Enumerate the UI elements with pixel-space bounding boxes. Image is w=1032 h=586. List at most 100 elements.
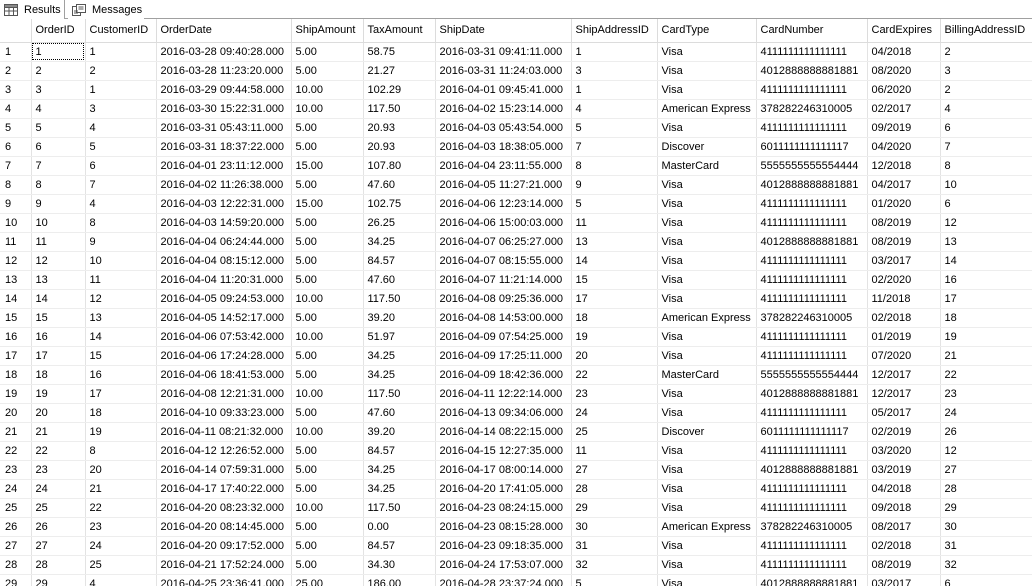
cell-taxamount[interactable]: 117.50 <box>363 99 436 119</box>
cell-shipamount[interactable]: 5.00 <box>291 403 364 423</box>
cell-orderid[interactable]: 24 <box>31 479 86 499</box>
row-number[interactable]: 3 <box>0 80 32 100</box>
cell-orderid[interactable]: 28 <box>31 555 86 575</box>
cell-shipaddressid[interactable]: 11 <box>571 213 658 233</box>
cell-cardnumber[interactable]: 4111111111111111 <box>756 498 868 518</box>
cell-taxamount[interactable]: 39.20 <box>363 308 436 328</box>
cell-orderdate[interactable]: 2016-04-12 12:26:52.000 <box>156 441 292 461</box>
row-number[interactable]: 5 <box>0 118 32 138</box>
cell-taxamount[interactable]: 0.00 <box>363 517 436 537</box>
cell-orderdate[interactable]: 2016-04-05 14:52:17.000 <box>156 308 292 328</box>
tab-results[interactable]: Results <box>0 0 65 19</box>
cell-cardnumber[interactable]: 378282246310005 <box>756 99 868 119</box>
row-number[interactable]: 23 <box>0 460 32 480</box>
cell-shipdate[interactable]: 2016-04-09 18:42:36.000 <box>435 365 572 385</box>
column-header-taxamount[interactable]: TaxAmount <box>363 19 436 43</box>
cell-customerid[interactable]: 15 <box>85 346 157 366</box>
cell-billingaddressid[interactable]: 23 <box>940 384 1032 404</box>
cell-taxamount[interactable]: 26.25 <box>363 213 436 233</box>
cell-shipamount[interactable]: 5.00 <box>291 61 364 81</box>
cell-customerid[interactable]: 20 <box>85 460 157 480</box>
cell-orderdate[interactable]: 2016-04-25 23:36:41.000 <box>156 574 292 586</box>
cell-taxamount[interactable]: 34.25 <box>363 365 436 385</box>
cell-cardexpires[interactable]: 02/2018 <box>867 536 941 556</box>
cell-cardexpires[interactable]: 02/2018 <box>867 308 941 328</box>
cell-shipdate[interactable]: 2016-03-31 09:41:11.000 <box>435 42 572 62</box>
cell-cardnumber[interactable]: 4111111111111111 <box>756 346 868 366</box>
cell-cardnumber[interactable]: 5555555555554444 <box>756 365 868 385</box>
cell-cardtype[interactable]: Visa <box>657 61 757 81</box>
cell-taxamount[interactable]: 20.93 <box>363 137 436 157</box>
cell-shipdate[interactable]: 2016-04-01 09:45:41.000 <box>435 80 572 100</box>
cell-cardexpires[interactable]: 03/2019 <box>867 460 941 480</box>
cell-cardexpires[interactable]: 04/2017 <box>867 175 941 195</box>
cell-billingaddressid[interactable]: 31 <box>940 536 1032 556</box>
cell-shipamount[interactable]: 5.00 <box>291 460 364 480</box>
cell-orderdate[interactable]: 2016-04-11 08:21:32.000 <box>156 422 292 442</box>
cell-billingaddressid[interactable]: 6 <box>940 574 1032 586</box>
cell-billingaddressid[interactable]: 30 <box>940 517 1032 537</box>
table-row[interactable]: 10 10 8 2016-04-03 14:59:20.000 5.00 26.25 201… <box>0 213 1032 233</box>
row-number[interactable]: 21 <box>0 422 32 442</box>
cell-shipaddressid[interactable]: 18 <box>571 308 658 328</box>
cell-orderid[interactable]: 20 <box>31 403 86 423</box>
table-row[interactable]: 2 2 2 2016-03-28 11:23:20.000 5.00 21.27 2016-… <box>0 61 1032 81</box>
row-number[interactable]: 10 <box>0 213 32 233</box>
cell-cardtype[interactable]: Visa <box>657 555 757 575</box>
cell-shipdate[interactable]: 2016-04-23 08:24:15.000 <box>435 498 572 518</box>
row-number[interactable]: 25 <box>0 498 32 518</box>
cell-orderdate[interactable]: 2016-04-04 06:24:44.000 <box>156 232 292 252</box>
cell-shipdate[interactable]: 2016-04-06 12:23:14.000 <box>435 194 572 214</box>
cell-cardexpires[interactable]: 08/2020 <box>867 61 941 81</box>
cell-shipaddressid[interactable]: 3 <box>571 61 658 81</box>
cell-billingaddressid[interactable]: 6 <box>940 194 1032 214</box>
cell-cardtype[interactable]: Visa <box>657 479 757 499</box>
cell-shipaddressid[interactable]: 5 <box>571 574 658 586</box>
cell-taxamount[interactable]: 34.25 <box>363 460 436 480</box>
cell-customerid[interactable]: 11 <box>85 270 157 290</box>
cell-taxamount[interactable]: 117.50 <box>363 289 436 309</box>
table-row[interactable]: 20 20 18 2016-04-10 09:33:23.000 5.00 47.60 20… <box>0 403 1032 423</box>
cell-shipamount[interactable]: 25.00 <box>291 574 364 586</box>
table-row[interactable]: 17 17 15 2016-04-06 17:24:28.000 5.00 34.25 20… <box>0 346 1032 366</box>
cell-shipaddressid[interactable]: 8 <box>571 156 658 176</box>
cell-customerid[interactable]: 4 <box>85 118 157 138</box>
cell-cardtype[interactable]: Visa <box>657 270 757 290</box>
cell-orderid[interactable]: 29 <box>31 574 86 586</box>
cell-shipaddressid[interactable]: 9 <box>571 175 658 195</box>
row-number[interactable]: 27 <box>0 536 32 556</box>
row-number[interactable]: 1 <box>0 42 32 62</box>
table-row[interactable]: 11 11 9 2016-04-04 06:24:44.000 5.00 34.25 201… <box>0 232 1032 252</box>
cell-shipamount[interactable]: 10.00 <box>291 422 364 442</box>
cell-cardtype[interactable]: Visa <box>657 289 757 309</box>
cell-shipamount[interactable]: 5.00 <box>291 118 364 138</box>
cell-orderid[interactable]: 27 <box>31 536 86 556</box>
cell-cardtype[interactable]: American Express <box>657 308 757 328</box>
column-header-orderid[interactable]: OrderID <box>31 19 86 43</box>
cell-shipamount[interactable]: 5.00 <box>291 232 364 252</box>
cell-orderdate[interactable]: 2016-04-06 17:24:28.000 <box>156 346 292 366</box>
row-number[interactable]: 12 <box>0 251 32 271</box>
cell-shipaddressid[interactable]: 17 <box>571 289 658 309</box>
cell-orderdate[interactable]: 2016-04-05 09:24:53.000 <box>156 289 292 309</box>
cell-shipdate[interactable]: 2016-04-05 11:27:21.000 <box>435 175 572 195</box>
column-header-billingaddressid[interactable]: BillingAddressID <box>940 19 1032 43</box>
cell-shipdate[interactable]: 2016-04-07 11:21:14.000 <box>435 270 572 290</box>
cell-cardexpires[interactable]: 02/2019 <box>867 422 941 442</box>
cell-customerid[interactable]: 5 <box>85 137 157 157</box>
cell-cardtype[interactable]: MasterCard <box>657 156 757 176</box>
cell-customerid[interactable]: 12 <box>85 289 157 309</box>
cell-shipdate[interactable]: 2016-04-15 12:27:35.000 <box>435 441 572 461</box>
cell-shipaddressid[interactable]: 29 <box>571 498 658 518</box>
cell-cardexpires[interactable]: 08/2019 <box>867 232 941 252</box>
cell-shipaddressid[interactable]: 23 <box>571 384 658 404</box>
cell-orderid[interactable]: 3 <box>31 80 86 100</box>
cell-taxamount[interactable]: 51.97 <box>363 327 436 347</box>
cell-taxamount[interactable]: 84.57 <box>363 251 436 271</box>
cell-shipamount[interactable]: 5.00 <box>291 213 364 233</box>
cell-orderdate[interactable]: 2016-04-06 07:53:42.000 <box>156 327 292 347</box>
cell-customerid[interactable]: 1 <box>85 42 157 62</box>
cell-cardtype[interactable]: Visa <box>657 213 757 233</box>
cell-cardtype[interactable]: Visa <box>657 460 757 480</box>
cell-shipdate[interactable]: 2016-04-14 08:22:15.000 <box>435 422 572 442</box>
